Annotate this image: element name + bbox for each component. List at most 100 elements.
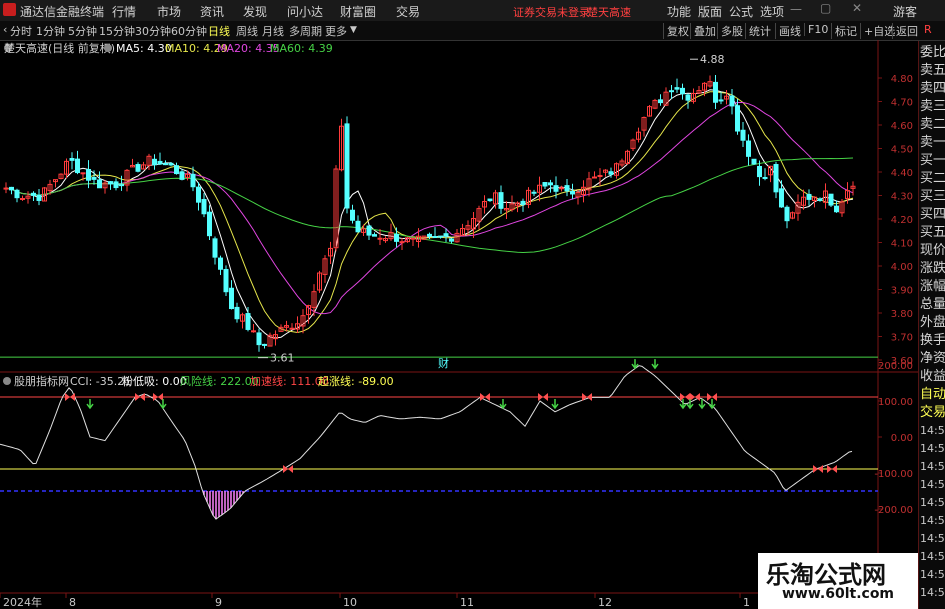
candlestick-series[interactable] bbox=[3, 74, 856, 352]
candle-body bbox=[31, 192, 36, 196]
toolbar-back-button[interactable]: 返回 bbox=[892, 23, 918, 39]
candle-body bbox=[828, 193, 834, 206]
watermark-title: 乐淘公式网 bbox=[766, 560, 886, 589]
period-tab-daily[interactable]: 日线 bbox=[208, 23, 230, 39]
sidebar-item: 14:56 bbox=[920, 496, 945, 509]
period-tab-multi[interactable]: 多周期 bbox=[289, 23, 322, 39]
date-tick-label: 12 bbox=[598, 596, 612, 609]
sidebar-item: 买五 bbox=[920, 225, 945, 240]
sidebar-item: 卖五 bbox=[920, 63, 945, 78]
candle-body bbox=[377, 237, 383, 240]
menu-news[interactable]: 资讯 bbox=[200, 3, 224, 20]
menu-layout[interactable]: 版面 bbox=[698, 3, 722, 20]
date-tick-label: 9 bbox=[215, 596, 222, 609]
candle-body bbox=[251, 330, 256, 333]
app-logo-icon bbox=[3, 3, 16, 16]
candle-body bbox=[179, 171, 185, 180]
candle-body bbox=[234, 306, 240, 320]
sidebar-item: 涨幅 bbox=[920, 279, 945, 294]
indicator-settings-icon[interactable] bbox=[3, 377, 11, 385]
guest-user[interactable]: 游客 bbox=[893, 3, 917, 20]
menu-trade[interactable]: 交易 bbox=[396, 3, 420, 20]
sidebar-item: 14:56 bbox=[920, 514, 945, 527]
sidebar-item: 总量 bbox=[920, 297, 945, 312]
indicator-pink-low-value: 粉低吸: 0.00 bbox=[122, 375, 187, 388]
candle-body bbox=[20, 198, 25, 201]
period-tab-intraday[interactable]: 分时 bbox=[10, 23, 32, 39]
period-prev-button[interactable]: ‹ bbox=[3, 23, 7, 36]
toolbar-draw-button[interactable]: 画线 bbox=[775, 23, 801, 39]
down-arrow-icon bbox=[551, 399, 559, 410]
sidebar-item: 14:56 bbox=[920, 586, 945, 599]
toolbar-overlay-button[interactable]: 叠加 bbox=[690, 23, 716, 39]
candle-body bbox=[542, 182, 548, 187]
down-arrow-icon bbox=[159, 399, 167, 410]
menu-formula[interactable]: 公式 bbox=[729, 3, 753, 20]
menu-market[interactable]: 市场 bbox=[157, 3, 181, 20]
period-tab-monthly[interactable]: 月线 bbox=[262, 23, 284, 39]
date-tick-label: 2024年 bbox=[3, 595, 42, 609]
butterfly-icon bbox=[680, 393, 690, 402]
menu-quotes[interactable]: 行情 bbox=[112, 3, 136, 20]
sidebar-item: 卖二 bbox=[920, 117, 945, 132]
sidebar-item: 买三 bbox=[920, 189, 945, 204]
candle-body bbox=[207, 211, 212, 237]
menu-discover[interactable]: 发现 bbox=[243, 3, 267, 20]
butterfly-icon bbox=[65, 393, 75, 402]
toolbar-watchlist-button[interactable]: +自选 bbox=[860, 23, 895, 39]
butterfly-icon bbox=[827, 465, 837, 474]
menu-options[interactable]: 选项 bbox=[760, 3, 784, 20]
toolbar-stats-button[interactable]: 统计 bbox=[745, 23, 771, 39]
menu-ask[interactable]: 问小达 bbox=[287, 3, 323, 20]
date-tick-label: 1 bbox=[743, 596, 750, 609]
kline-chart-area[interactable]: 4.80 4.70 4.60 4.50 4.40 4.30 4.20 4.10 4.00 3.90… bbox=[0, 40, 918, 609]
toolbar-mark-button[interactable]: 标记 bbox=[831, 23, 857, 39]
period-tab-15min[interactable]: 15分钟 bbox=[99, 23, 135, 39]
menu-wealth[interactable]: 财富圈 bbox=[340, 3, 376, 20]
price-tick-label: 3.70 bbox=[891, 333, 913, 344]
candle-body bbox=[245, 313, 251, 330]
sidebar-item: 14:56 bbox=[920, 550, 945, 563]
toolbar-f10-button[interactable]: F10 bbox=[804, 23, 828, 36]
period-tab-30min[interactable]: 30分钟 bbox=[135, 23, 171, 39]
candle-body bbox=[196, 186, 201, 203]
candle-body bbox=[757, 165, 762, 178]
close-button[interactable]: ✕ bbox=[852, 1, 862, 15]
sidebar-item: 买二 bbox=[920, 171, 945, 186]
ma-settings-icon[interactable] bbox=[104, 44, 112, 52]
stock-name: 楚天高速 bbox=[587, 6, 631, 19]
period-tab-60min[interactable]: 60分钟 bbox=[171, 23, 207, 39]
indicator-axis: 200.00 100.00 0.00 -100.00 -200.00 bbox=[874, 361, 913, 516]
candle-body bbox=[685, 94, 691, 101]
period-tab-weekly[interactable]: 周线 bbox=[236, 23, 258, 39]
down-arrow-icon bbox=[708, 399, 716, 410]
candle-body bbox=[740, 129, 746, 141]
period-tab-more[interactable]: 更多 bbox=[325, 23, 347, 39]
menu-function[interactable]: 功能 bbox=[667, 3, 691, 20]
candle-body bbox=[394, 233, 399, 242]
sidebar-item[interactable]: 自动 bbox=[920, 386, 945, 404]
price-tick-label: 4.20 bbox=[891, 215, 913, 226]
candle-body bbox=[427, 233, 432, 237]
toolbar-adjust-button[interactable]: 复权 bbox=[663, 23, 689, 39]
candle-body bbox=[773, 163, 779, 193]
sidebar-item[interactable]: 交易 bbox=[920, 404, 945, 422]
period-tab-5min[interactable]: 5分钟 bbox=[68, 23, 97, 39]
maximize-button[interactable]: ▢ bbox=[820, 1, 831, 15]
event-marker[interactable]: 财 bbox=[438, 356, 449, 370]
date-tick-label: 10 bbox=[343, 596, 357, 609]
candle-body bbox=[597, 175, 603, 178]
cci-line bbox=[0, 365, 853, 520]
candle-body bbox=[190, 173, 196, 188]
down-arrow-icon bbox=[499, 399, 507, 410]
down-arrow-icon bbox=[651, 359, 659, 370]
toolbar-multistock-button[interactable]: 多股 bbox=[717, 23, 743, 39]
indicator-rise-line-value: 起涨线: -89.00 bbox=[318, 374, 394, 388]
minimize-button[interactable]: — bbox=[790, 2, 802, 16]
more-dropdown-icon[interactable]: ▼ bbox=[350, 25, 357, 35]
candle-body bbox=[762, 176, 768, 179]
candle-body bbox=[553, 185, 559, 192]
login-warning[interactable]: 证券交易未登录 bbox=[513, 4, 590, 20]
period-tab-1min[interactable]: 1分钟 bbox=[36, 23, 65, 39]
candle-body bbox=[669, 90, 674, 93]
